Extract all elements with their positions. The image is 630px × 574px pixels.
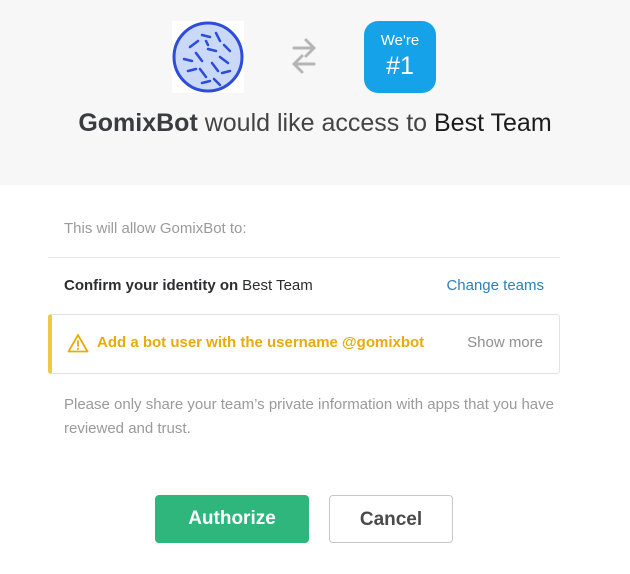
divider [48,257,560,258]
show-more-link[interactable]: Show more [467,334,543,351]
page-title: GomixBot would like access to Best Team [0,107,630,139]
warning-text: Add a bot user with the username @gomixb… [97,334,425,351]
privacy-note: Please only share your team’s private in… [64,396,554,437]
identity-label: Confirm your identity on [64,277,239,294]
title-middle: would like access to [197,109,434,137]
team-icon: We're #1 [364,21,436,93]
authorize-button[interactable]: Authorize [155,495,309,543]
header: We're #1 GomixBot would like access to B… [0,0,630,185]
identity-team: Best Team [242,277,313,294]
app-name: GomixBot [78,109,198,137]
swap-arrows-icon [290,34,318,76]
bot-user-permission: Add a bot user with the username @gomixb… [48,314,560,374]
identity-row: Confirm your identity on Best Team Change… [64,277,544,297]
change-teams-link[interactable]: Change teams [446,277,544,294]
app-avatar-icon [172,21,244,93]
team-name: Best Team [434,109,552,137]
team-icon-line1: We're [380,32,420,49]
allow-text: This will allow GomixBot to: [64,220,247,237]
team-icon-line2: #1 [386,52,414,80]
warning-icon [67,333,89,353]
cancel-button[interactable]: Cancel [329,495,453,543]
